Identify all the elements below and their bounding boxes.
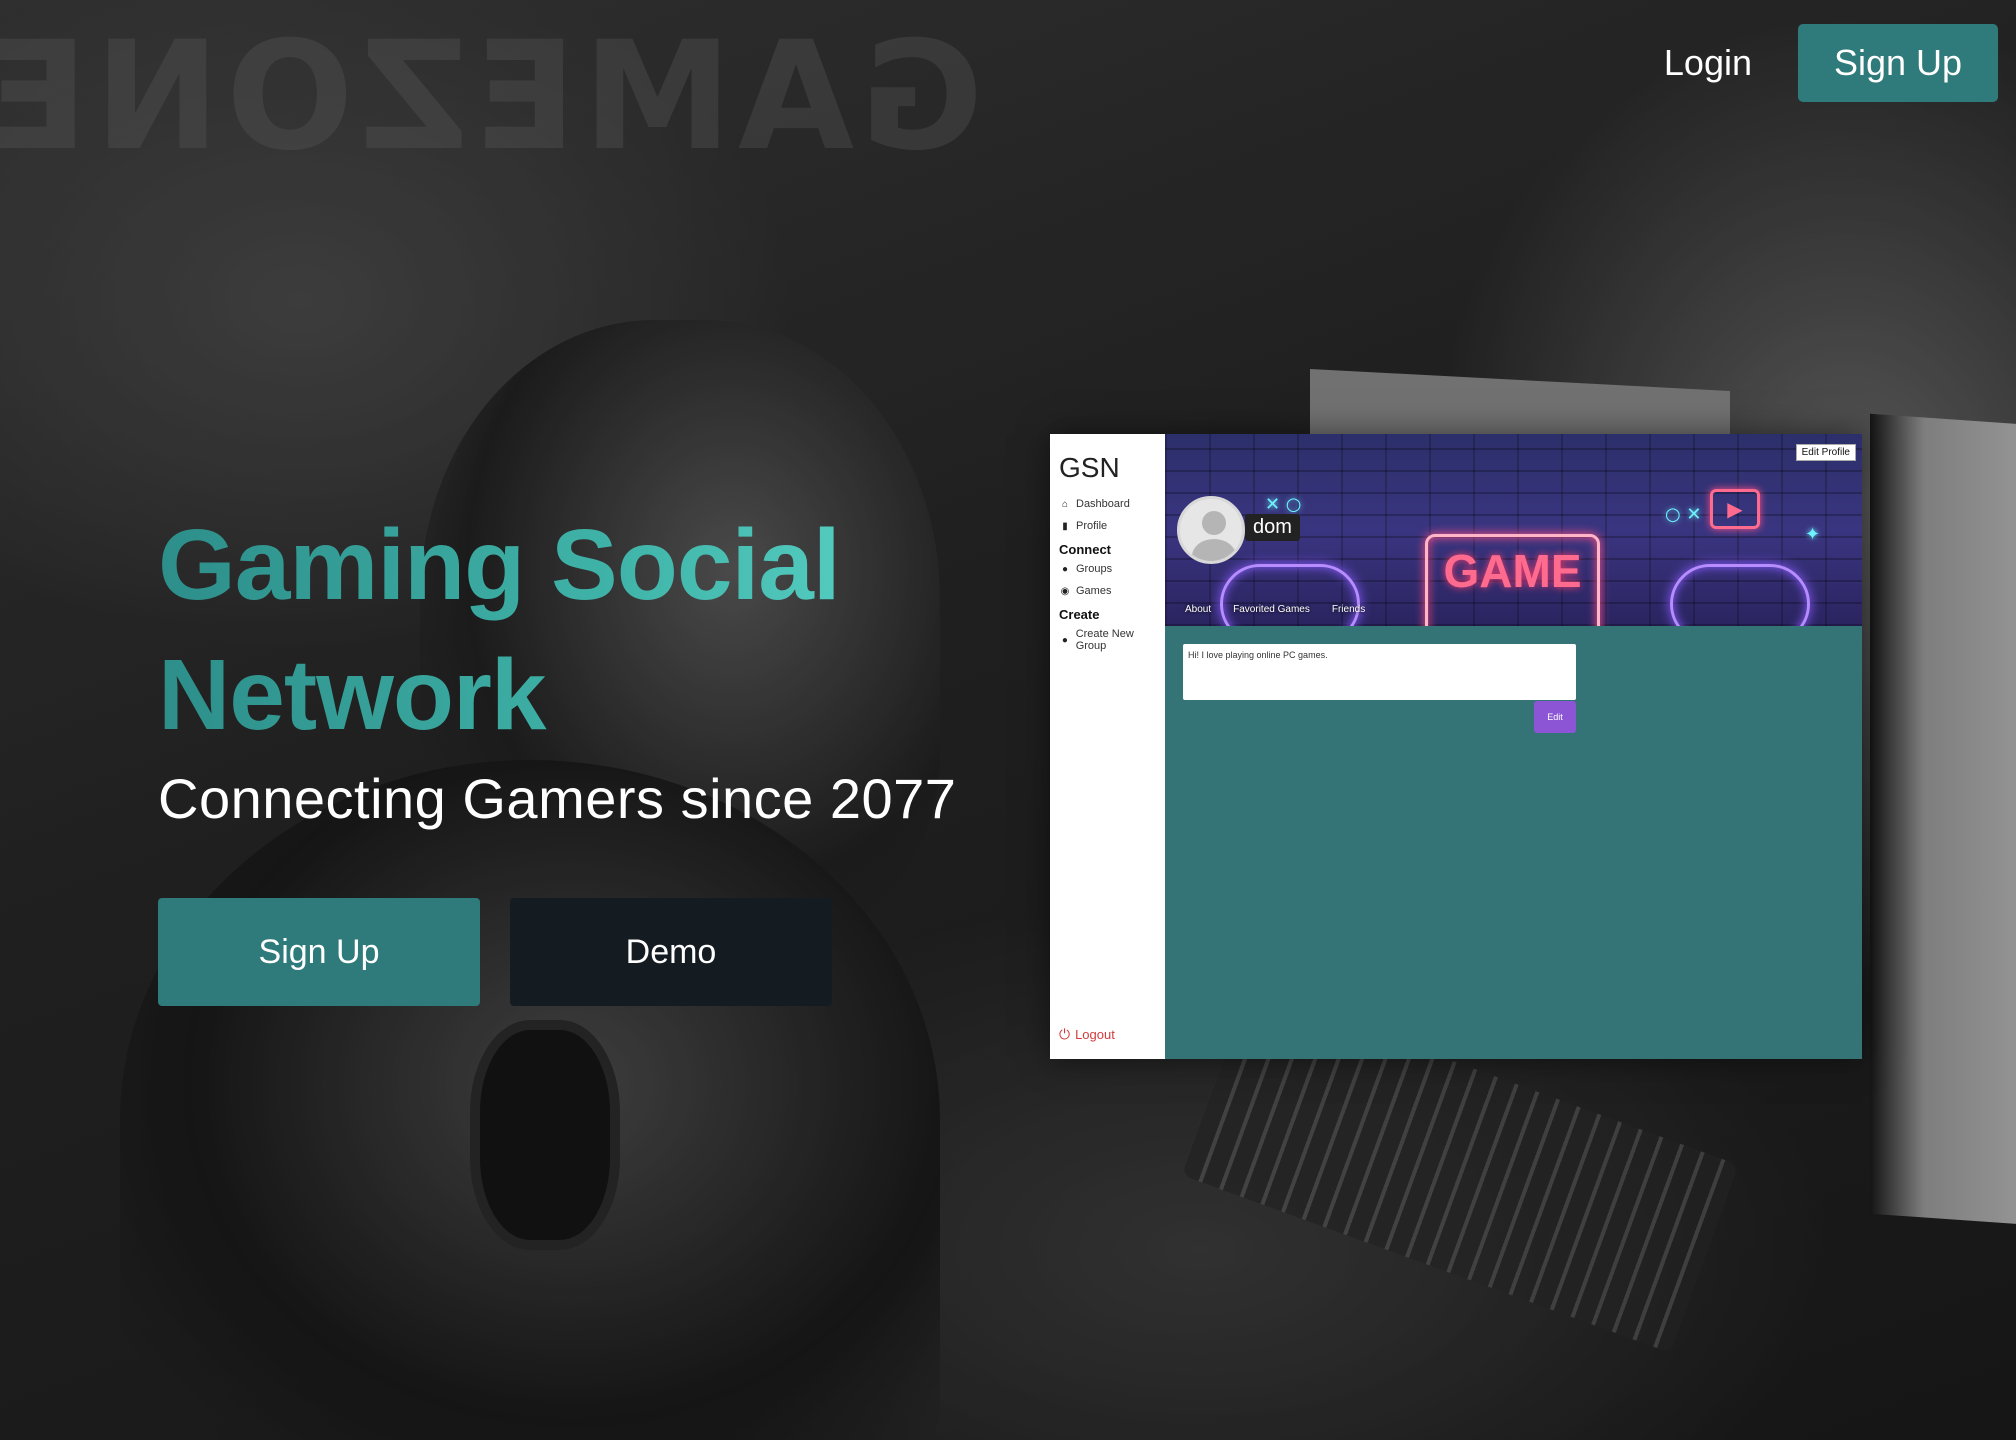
nav-signup-button[interactable]: Sign Up — [1798, 24, 1998, 102]
hero-subtitle: Connecting Gamers since 2077 — [158, 767, 957, 830]
preview-sidebar-label: Profile — [1076, 520, 1108, 532]
id-card-icon: ▮ — [1062, 520, 1068, 532]
power-icon: ⏻ — [1059, 1026, 1071, 1042]
hero-buttons: Sign Up Demo — [158, 898, 832, 1006]
preview-sidebar-label: Create New Group — [1075, 628, 1134, 652]
neon-gamepad-graphic — [1220, 564, 1360, 626]
preview-sidebar-label: Games — [1076, 585, 1112, 597]
top-nav: Login Sign Up — [1664, 24, 1998, 102]
preview-edit-button[interactable]: Edit — [1534, 701, 1576, 733]
users-icon: ● — [1061, 634, 1068, 646]
hero-title: Gaming Social Network — [158, 500, 978, 760]
neon-sparkle-graphic: ✦ — [1805, 524, 1821, 545]
tab-about[interactable]: About — [1185, 604, 1211, 615]
avatar-head — [1202, 511, 1226, 535]
neon-game-over-sign: GAME — [1425, 534, 1600, 626]
preview-brand: GSN — [1059, 452, 1120, 483]
preview-logout-label: Logout — [1075, 1027, 1115, 1042]
preview-main: GAME ▶ ✕ ○ ○ ✕ ✦ Edit Profile dom About … — [1165, 434, 1862, 1059]
edit-profile-button[interactable]: Edit Profile — [1795, 444, 1856, 461]
preview-sidebar-item-games[interactable]: ◉ Games — [1059, 585, 1165, 597]
hero-signup-button[interactable]: Sign Up — [158, 898, 480, 1006]
avatar — [1177, 496, 1245, 564]
preview-sidebar-item-profile[interactable]: ▮ Profile — [1059, 520, 1165, 532]
preview-sidebar-item-groups[interactable]: ● Groups — [1059, 563, 1165, 575]
hero-title-line2: Network — [158, 639, 546, 751]
preview-create-heading: Create — [1059, 607, 1100, 622]
hero-section: Gaming Social Network Connecting Gamers … — [158, 500, 978, 831]
home-icon: ⌂ — [1061, 498, 1069, 510]
preview-connect-heading: Connect — [1059, 542, 1111, 557]
preview-profile-tabs: About Favorited Games Friends — [1185, 604, 1365, 615]
preview-logout[interactable]: ⏻ Logout — [1059, 1026, 1115, 1043]
users-icon: ● — [1061, 563, 1069, 575]
hero-demo-button[interactable]: Demo — [510, 898, 832, 1006]
gamepad-icon: ◉ — [1060, 585, 1070, 597]
tab-friends[interactable]: Friends — [1332, 604, 1365, 615]
preview-sidebar: GSN ⌂ Dashboard ▮ Profile Connect ● Grou… — [1050, 434, 1165, 1059]
neon-play-icon: ▶ — [1710, 489, 1760, 529]
preview-bio-text: Hi! I love playing online PC games. — [1183, 644, 1576, 700]
nav-login-link[interactable]: Login — [1664, 42, 1752, 84]
tab-favorited-games[interactable]: Favorited Games — [1233, 604, 1310, 615]
app-preview: GSN ⌂ Dashboard ▮ Profile Connect ● Grou… — [1050, 434, 1862, 1059]
neon-gamepad-graphic — [1670, 564, 1810, 626]
hero-title-line1: Gaming Social — [158, 509, 840, 621]
preview-sidebar-label: Groups — [1076, 563, 1113, 575]
preview-sidebar-label: Dashboard — [1076, 498, 1130, 510]
preview-username: dom — [1245, 514, 1300, 541]
neon-sparkle-graphic: ✕ ○ — [1265, 494, 1302, 515]
avatar-body — [1192, 539, 1236, 561]
preview-sidebar-item-dashboard[interactable]: ⌂ Dashboard — [1059, 498, 1165, 510]
preview-sidebar-item-create-group[interactable]: ● Create New Group — [1059, 628, 1165, 652]
neon-sparkle-graphic: ○ ✕ — [1665, 504, 1702, 525]
